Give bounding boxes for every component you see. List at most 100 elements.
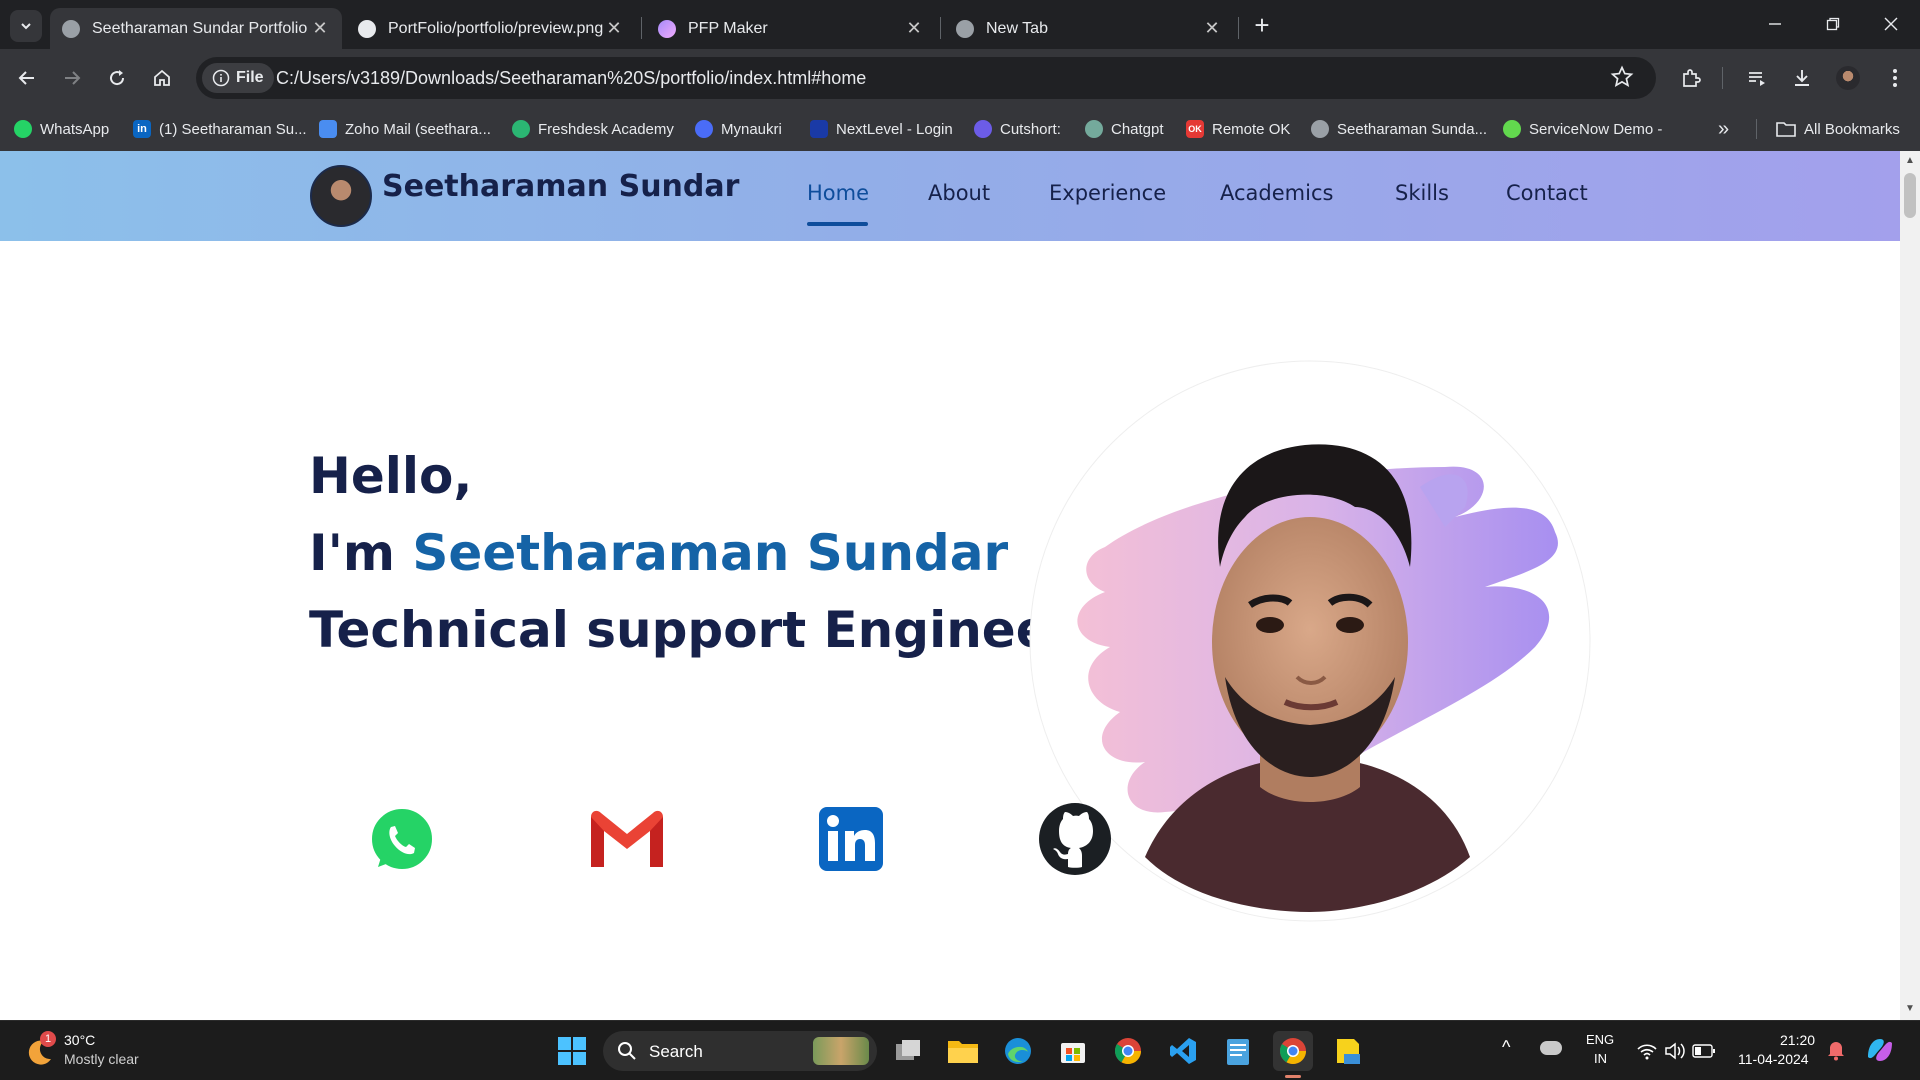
linkedin-link[interactable] [813,801,889,877]
brand-name[interactable]: Seetharaman Sundar [382,169,739,204]
reload-button[interactable] [100,62,134,94]
vscode-button[interactable] [1163,1031,1203,1071]
tab-github-preview[interactable]: PortFolio/portfolio/preview.png ✕ [346,8,636,49]
minimize-button[interactable] [1752,8,1798,40]
all-bookmarks-button[interactable]: All Bookmarks [1776,117,1900,141]
bookmark-linkedin[interactable]: in (1) Seetharaman Su... [133,117,307,141]
tab-search-button[interactable] [10,10,42,42]
bookmark-chatgpt[interactable]: Chatgpt [1085,117,1164,141]
clock-date[interactable]: 11-04-2024 [1738,1051,1809,1067]
restore-button[interactable] [1810,8,1856,40]
bookmark-label: NextLevel - Login [836,120,953,138]
github-link[interactable] [1037,801,1113,877]
servicenow-icon [1503,120,1521,138]
notepad-icon [1227,1039,1249,1065]
restore-icon [1826,17,1840,31]
site-info-chip[interactable]: File [202,63,274,93]
bookmark-label: Zoho Mail (seethara... [345,120,491,138]
close-tab-icon[interactable]: ✕ [310,18,330,39]
onedrive-icon[interactable] [1540,1041,1562,1055]
pfp-maker-icon [658,19,676,38]
address-bar[interactable]: File C:/Users/v3189/Downloads/Seetharama… [196,57,1656,99]
extensions-button[interactable] [1674,62,1708,94]
home-button[interactable] [145,62,179,94]
folder-icon [1776,122,1796,137]
all-bookmarks-label: All Bookmarks [1804,120,1900,138]
bookmark-freshdesk[interactable]: Freshdesk Academy [512,117,674,141]
bookmark-mynaukri[interactable]: Mynaukri [695,117,782,141]
tab-strip: Seetharaman Sundar Portfolio ✕ PortFolio… [0,0,1920,49]
tab-title: PortFolio/portfolio/preview.png [388,19,604,37]
edge-button[interactable] [998,1031,1038,1071]
reload-icon [110,70,125,86]
taskbar-search[interactable]: Search [603,1031,877,1071]
close-tab-icon[interactable]: ✕ [1202,18,1222,39]
bookmark-whatsapp[interactable]: WhatsApp [14,117,109,141]
chrome-profile-button[interactable] [1273,1031,1313,1071]
close-tab-icon[interactable]: ✕ [604,18,624,39]
gmail-link[interactable] [589,801,665,877]
language-line2[interactable]: IN [1594,1051,1607,1066]
weather-temp: 30°C [64,1032,96,1048]
downloads-button[interactable] [1785,62,1819,94]
start-button[interactable] [552,1031,592,1071]
bookmark-nextlevel[interactable]: NextLevel - Login [810,117,953,141]
bookmark-label: (1) Seetharaman Su... [159,120,307,138]
language-line1[interactable]: ENG [1586,1032,1614,1047]
nav-contact[interactable]: Contact [1506,181,1588,205]
bookmark-servicenow[interactable]: ServiceNow Demo - [1503,117,1662,141]
profile-avatar[interactable] [1836,66,1860,90]
brand-avatar[interactable] [310,165,372,227]
bookmark-portfolio[interactable]: Seetharaman Sunda... [1311,117,1487,141]
windows-taskbar: 1 30°C Mostly clear Search ^ ENG IN 21:2… [0,1020,1920,1080]
tab-title: Seetharaman Sundar Portfolio [92,19,308,37]
sticky-notes-button[interactable] [1328,1031,1368,1071]
scroll-up-arrow[interactable]: ▲ [1905,155,1915,166]
notification-bell-icon[interactable] [1826,1039,1846,1061]
tab-title: New Tab [986,19,1048,37]
new-tab-button[interactable]: + [1246,10,1278,42]
windows-logo-icon [558,1037,586,1065]
file-explorer-button[interactable] [943,1031,983,1071]
clock-time[interactable]: 21:20 [1780,1032,1815,1048]
bookmark-label: Freshdesk Academy [538,120,674,138]
gmail-icon [591,810,663,867]
nav-academics[interactable]: Academics [1220,181,1333,205]
show-hidden-icons-button[interactable]: ^ [1502,1037,1510,1058]
bookmark-star-button[interactable] [1610,65,1638,93]
chrome-button[interactable] [1108,1031,1148,1071]
weather-widget[interactable]: 1 30°C Mostly clear [20,1029,160,1073]
file-chip-label: File [236,69,264,86]
media-controls-button[interactable] [1740,62,1774,94]
browser-menu-button[interactable] [1878,62,1912,94]
tab-pfp-maker[interactable]: PFP Maker ✕ [646,8,936,49]
tab-new-tab[interactable]: New Tab ✕ [944,8,1234,49]
more-vertical-icon [1893,69,1897,87]
close-window-button[interactable] [1868,8,1914,40]
task-view-button[interactable] [888,1031,928,1071]
url-text[interactable]: C:/Users/v3189/Downloads/Seetharaman%20S… [276,68,866,89]
scroll-down-arrow[interactable]: ▼ [1905,1003,1915,1014]
scrollbar-thumb[interactable] [1904,173,1916,218]
nav-home[interactable]: Home [807,181,869,205]
back-button[interactable] [10,62,44,94]
nav-experience[interactable]: Experience [1049,181,1166,205]
system-tray-status[interactable] [1636,1041,1716,1061]
nav-about[interactable]: About [928,181,990,205]
nav-skills[interactable]: Skills [1395,181,1449,205]
more-bookmarks-button[interactable]: » [1718,117,1729,141]
close-tab-icon[interactable]: ✕ [904,18,924,39]
whatsapp-link[interactable] [364,801,440,877]
forward-button[interactable] [55,62,89,94]
notepad-button[interactable] [1218,1031,1258,1071]
microsoft-store-button[interactable] [1053,1031,1093,1071]
page-scrollbar[interactable]: ▲ ▼ [1900,151,1920,1020]
bookmark-zoho-mail[interactable]: Zoho Mail (seethara... [319,117,491,141]
freshdesk-icon [512,120,530,138]
bookmark-cutshort[interactable]: Cutshort: [974,117,1061,141]
battery-icon [1692,1044,1715,1058]
copilot-icon[interactable] [1864,1035,1896,1065]
bookmark-remote-ok[interactable]: OK Remote OK [1186,117,1290,141]
nextlevel-icon [810,120,828,138]
tab-portfolio[interactable]: Seetharaman Sundar Portfolio ✕ [50,8,342,49]
